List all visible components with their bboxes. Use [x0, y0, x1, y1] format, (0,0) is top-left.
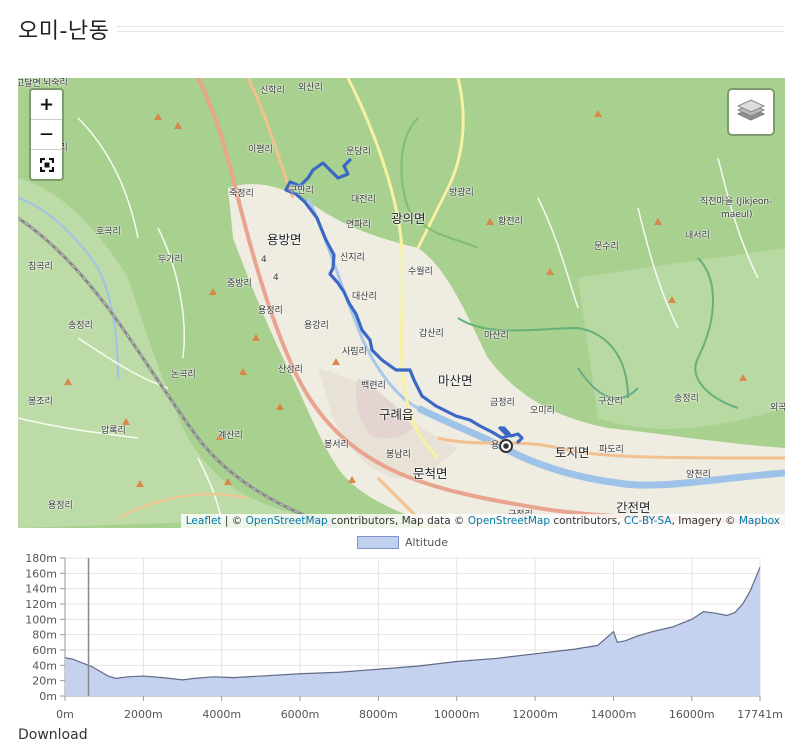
map-place-label: 외곡 — [770, 403, 785, 413]
map-place-label: 용방면 — [267, 232, 302, 247]
map-place-label: 파도리 — [599, 445, 624, 455]
layers-icon — [736, 99, 766, 121]
map-place-label: 금정리 — [490, 398, 515, 408]
map-place-label: 신지리 — [340, 253, 365, 263]
attribution-text: | © — [221, 515, 246, 527]
y-tick-label: 140m — [25, 583, 57, 596]
map-place-label: 연파리 — [346, 220, 371, 230]
x-tick-label: 0m — [56, 708, 74, 721]
x-tick-label: 12000m — [512, 708, 558, 721]
map-place-label: 광의면 — [391, 211, 426, 226]
map-place-label: 직전마을 (Jikjeon- — [700, 197, 773, 207]
map-place-label: 갑산리 — [419, 329, 444, 339]
map-place-label: 토지면 — [555, 445, 590, 460]
openstreetmap-link[interactable]: OpenStreetMap — [246, 515, 328, 527]
map-place-label: 구례읍 — [379, 407, 414, 422]
map-place-label: 백련리 — [361, 381, 386, 391]
y-tick-label: 180m — [25, 552, 57, 565]
x-tick-label: 8000m — [359, 708, 398, 721]
map-place-label: 양천리 — [686, 470, 711, 480]
map-place-label: 송정리 — [68, 321, 93, 331]
map-place-label: 두가리 — [158, 255, 183, 265]
map-place-label: 봉서리 — [324, 440, 349, 450]
y-tick-label: 120m — [25, 598, 57, 611]
map-place-label: 계산리 — [218, 431, 243, 441]
map-place-label: 운당리 — [346, 147, 371, 157]
y-tick-label: 160m — [25, 567, 57, 580]
download-link[interactable]: Download — [18, 727, 88, 743]
x-tick-label: 4000m — [202, 708, 241, 721]
map-place-label: 용강리 — [304, 321, 329, 331]
map-place-label: 용 — [491, 441, 500, 451]
map-place-label: 송정리 — [674, 394, 699, 404]
map-place-label: 대전리 — [351, 195, 376, 205]
map-place-label: 사림리 — [342, 347, 367, 357]
map-place-label: 마산면 — [438, 373, 473, 388]
y-tick-label: 80m — [32, 629, 57, 642]
map-place-label: 방광리 — [449, 188, 474, 198]
map-place-label: 간전면 — [616, 500, 651, 515]
map-place-label: 호곡리 — [96, 227, 121, 237]
zoom-out-button[interactable]: — — [31, 120, 62, 150]
map-place-label: 용정리 — [48, 501, 73, 511]
y-tick-label: 40m — [32, 659, 57, 672]
map-place-label: 압록리 — [101, 426, 126, 436]
x-tick-label: 6000m — [281, 708, 320, 721]
x-tick-label: 2000m — [124, 708, 163, 721]
road-number-label: 4 — [261, 255, 267, 265]
x-tick-label: 10000m — [434, 708, 480, 721]
map-place-label: 논곡리 — [171, 370, 196, 380]
attribution-text: , Imagery © — [671, 515, 739, 527]
x-tick-label: 16000m — [669, 708, 715, 721]
map-place-label: 봉조리 — [28, 397, 53, 407]
y-tick-label: 60m — [32, 644, 57, 657]
leaflet-link[interactable]: Leaflet — [186, 515, 222, 527]
map-tiles[interactable] — [18, 78, 785, 528]
x-tick-label: 14000m — [591, 708, 637, 721]
x-tick-label: 17741m — [737, 708, 783, 721]
map-place-label: 문척면 — [413, 466, 448, 481]
mapbox-link[interactable]: Mapbox — [739, 515, 780, 527]
map-place-label: 외산리 — [298, 83, 323, 93]
y-tick-label: 0m — [39, 690, 57, 703]
fullscreen-button[interactable] — [31, 150, 62, 179]
map-place-label: 수월리 — [408, 267, 433, 277]
y-tick-label: 20m — [32, 675, 57, 688]
elevation-chart[interactable]: 0m 20m 40m 60m 80m 100m 120m 140m 160m 180m 0m 2000… — [0, 548, 802, 723]
y-tick-label: 100m — [25, 613, 57, 626]
map-place-label: 오미리 — [530, 406, 555, 416]
license-link[interactable]: CC-BY-SA — [624, 515, 672, 527]
map-place-label: 황전리 — [498, 217, 523, 227]
map-place-label: 산성리 — [278, 365, 303, 375]
map-place-label: 침곡리 — [28, 262, 53, 272]
map-place-label: 내서리 — [685, 231, 710, 241]
zoom-control: + — — [29, 88, 64, 181]
map-place-label: 이평리 — [248, 145, 273, 155]
altitude-area — [65, 567, 760, 696]
road-number-label: 4 — [273, 273, 279, 283]
map-place-label: 뇌죽리 — [43, 78, 68, 88]
map-place-label: 봉남리 — [386, 450, 411, 460]
attribution-text: contributors, Map data © — [327, 515, 468, 527]
map-place-label: 대산리 — [352, 292, 377, 302]
map-place-label: 중방리 — [227, 279, 252, 289]
openstreetmap-link[interactable]: OpenStreetMap — [468, 515, 550, 527]
map-attribution: Leaflet | © OpenStreetMap contributors, … — [180, 514, 785, 528]
page-header: 오미-난동 — [18, 12, 784, 46]
fullscreen-icon — [39, 157, 54, 173]
map-place-label: 문수리 — [594, 242, 619, 252]
map-place-label: 신학리 — [260, 86, 285, 96]
map-place-label: 마산리 — [484, 331, 509, 341]
map-place-label: 구산리 — [598, 397, 623, 407]
zoom-in-button[interactable]: + — [31, 90, 62, 120]
map-place-label: 죽정리 — [229, 189, 254, 199]
map-place-label: maeul) — [721, 210, 753, 220]
page-title: 오미-난동 — [18, 19, 110, 44]
map-place-label: 용정리 — [258, 306, 283, 316]
attribution-text: contributors, — [550, 515, 624, 527]
map-place-label: 구만리 — [289, 186, 314, 196]
route-map[interactable]: 고달면 뇌죽리 외산리 신학리 이평리 운당리 고달리 죽정리 구만리 대전리 … — [18, 78, 785, 528]
layers-button[interactable] — [727, 88, 775, 136]
title-divider — [117, 26, 784, 32]
